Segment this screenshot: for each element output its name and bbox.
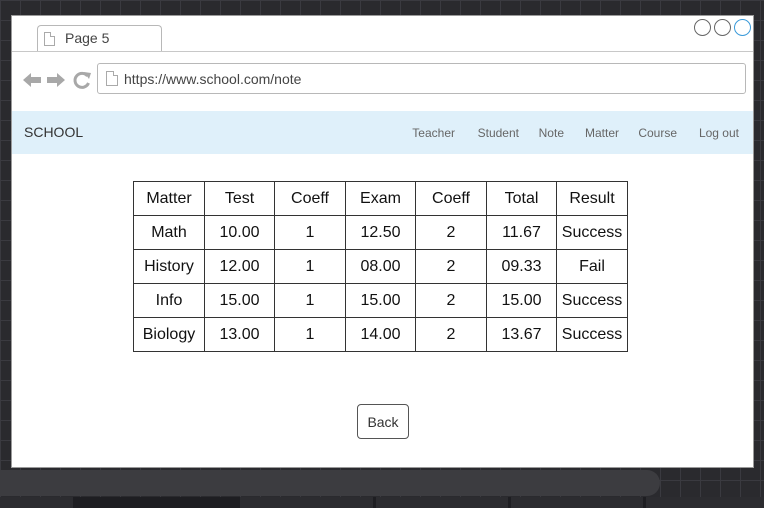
column-header: Coeff <box>415 181 487 216</box>
browser-window: Page 5 SCHOOL Teacher Student Note <box>11 15 754 468</box>
table-cell: Math <box>133 215 205 250</box>
nav-logout[interactable]: Log out <box>699 126 739 140</box>
back-arrow-icon[interactable] <box>22 70 42 90</box>
site-navbar: SCHOOL Teacher Student Note Matter Cours… <box>12 111 753 154</box>
table-cell: Success <box>556 215 628 250</box>
table-cell: Biology <box>133 317 205 352</box>
table-cell: 10.00 <box>204 215 275 250</box>
minimize-button[interactable] <box>694 19 711 36</box>
table-cell: 15.00 <box>486 283 557 318</box>
nav-student[interactable]: Student <box>478 126 519 140</box>
strip-segment <box>646 497 764 508</box>
table-cell: Success <box>556 283 628 318</box>
table-row: Math 10.00 1 12.50 2 11.67 Success <box>133 215 628 250</box>
editor-scrollbar[interactable] <box>0 470 660 496</box>
column-header: Result <box>556 181 628 216</box>
strip-segment <box>0 497 73 508</box>
table-cell: 15.00 <box>345 283 416 318</box>
strip-segment <box>511 497 643 508</box>
nav-course[interactable]: Course <box>638 126 677 140</box>
forward-arrow-icon[interactable] <box>46 70 66 90</box>
table-cell: Info <box>133 283 205 318</box>
table-cell: 12.00 <box>204 249 275 284</box>
table-cell: 13.00 <box>204 317 275 352</box>
table-cell: 15.00 <box>204 283 275 318</box>
table-row: Biology 13.00 1 14.00 2 13.67 Success <box>133 317 628 352</box>
table-cell: 08.00 <box>345 249 416 284</box>
table-cell: 1 <box>274 317 346 352</box>
column-header: Coeff <box>274 181 346 216</box>
url-input[interactable] <box>124 68 724 90</box>
table-cell: 12.50 <box>345 215 416 250</box>
table-cell: Success <box>556 317 628 352</box>
table-cell: 14.00 <box>345 317 416 352</box>
table-cell: 2 <box>415 249 487 284</box>
nav-note[interactable]: Note <box>539 126 564 140</box>
column-header: Exam <box>345 181 416 216</box>
page-icon <box>106 71 118 86</box>
page-icon <box>44 32 55 46</box>
table-header-row: Matter Test Coeff Exam Coeff Total Resul… <box>133 181 628 216</box>
table-cell: 13.67 <box>486 317 557 352</box>
maximize-button[interactable] <box>714 19 731 36</box>
table-cell: 2 <box>415 317 487 352</box>
strip-segment <box>376 497 508 508</box>
url-field[interactable] <box>97 63 746 94</box>
window-controls <box>694 19 751 36</box>
back-button[interactable]: Back <box>357 404 409 439</box>
tab-title: Page 5 <box>65 30 110 46</box>
table-cell: 11.67 <box>486 215 557 250</box>
site-brand[interactable]: SCHOOL <box>24 124 83 140</box>
nav-matter[interactable]: Matter <box>585 126 619 140</box>
column-header: Total <box>486 181 557 216</box>
table-cell: 2 <box>415 283 487 318</box>
column-header: Test <box>204 181 275 216</box>
table-cell: 1 <box>274 249 346 284</box>
browser-tab[interactable]: Page 5 <box>37 25 162 51</box>
editor-bottom-strip <box>0 497 764 508</box>
table-cell: 2 <box>415 215 487 250</box>
column-header: Matter <box>133 181 205 216</box>
reload-icon[interactable] <box>72 70 92 90</box>
grades-table: Matter Test Coeff Exam Coeff Total Resul… <box>133 181 628 352</box>
table-row: Info 15.00 1 15.00 2 15.00 Success <box>133 283 628 318</box>
nav-teacher[interactable]: Teacher <box>412 126 455 140</box>
table-cell: 1 <box>274 283 346 318</box>
table-row: History 12.00 1 08.00 2 09.33 Fail <box>133 249 628 284</box>
table-cell: 1 <box>274 215 346 250</box>
table-cell: 09.33 <box>486 249 557 284</box>
table-cell: Fail <box>556 249 628 284</box>
table-cell: History <box>133 249 205 284</box>
address-bar <box>12 52 753 110</box>
strip-segment <box>240 497 373 508</box>
close-button[interactable] <box>734 19 751 36</box>
tab-strip: Page 5 <box>12 16 753 52</box>
